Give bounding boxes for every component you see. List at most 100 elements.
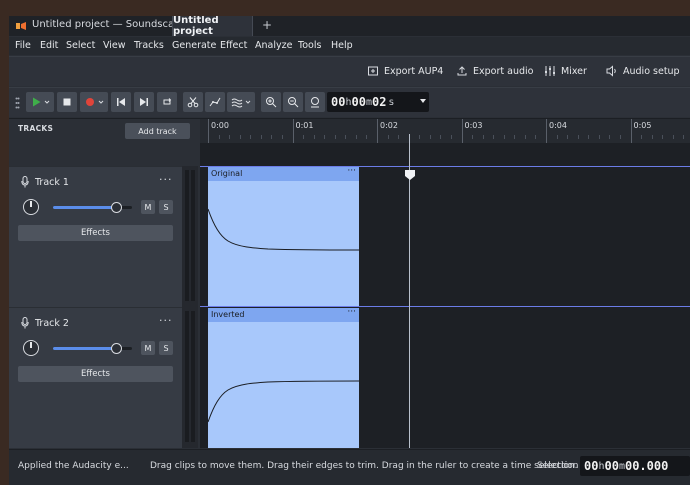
loop-button[interactable] xyxy=(157,92,177,112)
track-lane-2[interactable]: Inverted ··· xyxy=(200,307,690,448)
ruler-minor-tick xyxy=(683,135,685,139)
ruler-minor-tick xyxy=(271,135,273,139)
export-aup4-label: Export AUP4 xyxy=(384,65,444,77)
record-icon xyxy=(86,98,94,106)
menu-effect[interactable]: Effect xyxy=(220,40,247,51)
timecode-format-dropdown[interactable] xyxy=(420,99,426,103)
status-hint-text: Drag clips to move them. Drag their edge… xyxy=(150,461,578,471)
menu-tracks[interactable]: Tracks xyxy=(134,40,164,51)
volume-slider-fill xyxy=(53,206,117,209)
export-audio-label: Export audio xyxy=(473,65,534,77)
timecode-hours: 00 xyxy=(331,95,346,109)
volume-slider-thumb[interactable] xyxy=(111,343,123,354)
envelope-tool-button[interactable] xyxy=(205,92,225,112)
ruler-minor-tick xyxy=(398,135,400,139)
ruler-minor-tick xyxy=(239,135,241,139)
zoom-in-button[interactable] xyxy=(261,92,281,112)
solo-button[interactable]: S xyxy=(159,341,173,355)
new-tab-button[interactable]: + xyxy=(262,18,272,32)
selection-time-display[interactable]: 00 h 00 m 00.000 xyxy=(580,456,690,476)
timeline-area[interactable]: Original ··· Inverted ··· xyxy=(200,166,690,448)
zoom-out-icon xyxy=(288,97,299,108)
ruler-tick-label: 0:01 xyxy=(295,121,314,130)
window-title: Untitled project — Soundscaper xyxy=(32,19,191,30)
mute-button[interactable]: M xyxy=(141,341,155,355)
status-history-text: Applied the Audacity e... xyxy=(18,461,129,471)
stop-button[interactable] xyxy=(57,92,77,112)
ruler-minor-tick xyxy=(514,135,516,139)
audio-clip-original[interactable]: Original ··· xyxy=(208,166,359,306)
mixer-label: Mixer xyxy=(561,65,587,77)
mute-button[interactable]: M xyxy=(141,200,155,214)
chevron-down-icon xyxy=(245,100,251,104)
ruler-minor-tick xyxy=(493,135,495,139)
ruler-minor-tick xyxy=(588,135,590,139)
export-aup4-button[interactable]: Export AUP4 xyxy=(367,65,443,77)
ruler-minor-tick xyxy=(641,135,643,139)
menu-analyze[interactable]: Analyze xyxy=(255,40,292,51)
menu-edit[interactable]: Edit xyxy=(40,40,58,51)
playhead-line[interactable] xyxy=(409,134,410,448)
clip-header[interactable]: Original ··· xyxy=(208,166,359,181)
ruler-minor-tick xyxy=(577,135,579,139)
chevron-down-icon xyxy=(98,100,104,104)
menu-view[interactable]: View xyxy=(103,40,126,51)
selection-minutes: 00 xyxy=(604,459,619,473)
menu-select[interactable]: Select xyxy=(66,40,95,51)
volume-slider-thumb[interactable] xyxy=(111,202,123,213)
clip-header[interactable]: Inverted ··· xyxy=(208,307,359,322)
selection-seconds: 00.000 xyxy=(624,459,669,473)
skip-to-end-button[interactable] xyxy=(134,92,154,112)
effects-button[interactable]: Effects xyxy=(18,366,173,382)
menu-help[interactable]: Help xyxy=(331,40,353,51)
audio-clip-inverted[interactable]: Inverted ··· xyxy=(208,307,359,448)
time-display[interactable]: 00 h 00 m 02 s xyxy=(327,92,429,112)
project-tab[interactable]: Untitled project xyxy=(172,16,253,37)
scissors-icon xyxy=(187,97,199,108)
spectral-tool-button[interactable] xyxy=(227,92,255,112)
pan-knob[interactable] xyxy=(23,340,39,356)
ruler-major-tick xyxy=(377,119,378,143)
timecode-seconds-unit: s xyxy=(388,96,395,108)
play-button[interactable] xyxy=(26,92,54,112)
timeline-ruler[interactable]: 0:00 0:01 0:02 0:03 0:04 0:05 xyxy=(200,118,690,166)
zoom-fit-button[interactable] xyxy=(305,92,325,112)
solo-button[interactable]: S xyxy=(159,200,173,214)
cut-button[interactable] xyxy=(183,92,203,112)
menu-generate[interactable]: Generate xyxy=(172,40,216,51)
menu-tools[interactable]: Tools xyxy=(298,40,321,51)
menu-file[interactable]: File xyxy=(15,40,31,51)
ruler-minor-tick xyxy=(303,135,305,139)
track-name[interactable]: Track 1 xyxy=(35,177,69,188)
clip-menu-button[interactable]: ··· xyxy=(347,307,356,317)
ruler-tick-label: 0:04 xyxy=(549,121,567,130)
ruler-minor-tick xyxy=(324,135,326,139)
audio-setup-button[interactable]: Audio setup xyxy=(606,65,680,77)
skip-to-start-button[interactable] xyxy=(111,92,131,112)
ruler-minor-tick xyxy=(567,135,569,139)
mixer-button[interactable]: Mixer xyxy=(544,65,587,77)
track-lane-1[interactable]: Original ··· xyxy=(200,166,690,307)
clip-menu-button[interactable]: ··· xyxy=(347,166,356,176)
loop-icon xyxy=(163,98,172,105)
ruler-minor-tick xyxy=(281,135,283,139)
track-name[interactable]: Track 2 xyxy=(35,318,69,329)
ruler-minor-tick xyxy=(366,135,368,139)
ruler-major-tick xyxy=(292,119,294,143)
ruler-minor-tick xyxy=(556,135,558,139)
zoom-out-button[interactable] xyxy=(283,92,303,112)
drag-handle-icon[interactable] xyxy=(15,97,20,109)
record-button[interactable] xyxy=(80,92,108,112)
track-menu-button[interactable]: ··· xyxy=(159,173,173,186)
export-audio-button[interactable]: Export audio xyxy=(456,65,533,77)
track-menu-button[interactable]: ··· xyxy=(159,314,173,327)
pan-knob[interactable] xyxy=(23,199,39,215)
volume-slider[interactable] xyxy=(53,343,132,354)
skip-back-icon xyxy=(117,98,125,106)
ruler-minor-tick xyxy=(345,135,347,139)
volume-slider[interactable] xyxy=(53,202,132,213)
add-track-button[interactable]: Add track xyxy=(125,123,190,139)
effects-button[interactable]: Effects xyxy=(18,225,173,241)
ruler-tick-label: 0:00 xyxy=(211,121,229,130)
tracks-header: TRACKS Add track xyxy=(9,118,200,166)
